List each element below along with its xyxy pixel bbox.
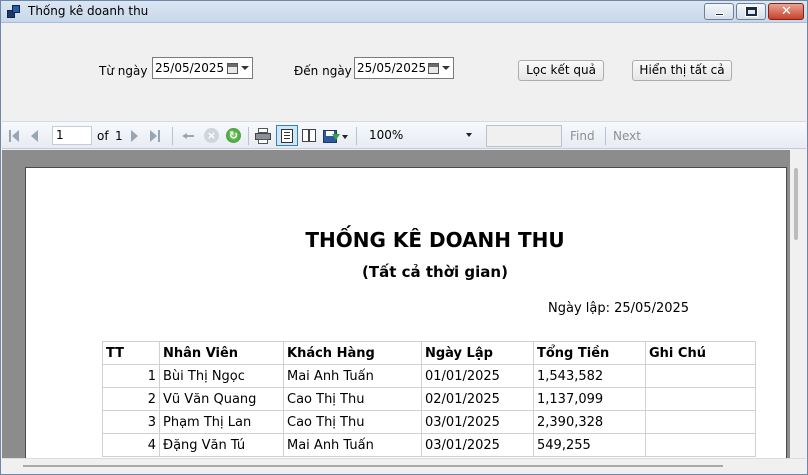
minimize-button[interactable] bbox=[704, 3, 734, 20]
from-date-picker[interactable]: 25/05/2025 bbox=[152, 57, 253, 79]
maximize-icon bbox=[745, 6, 758, 17]
refresh-icon[interactable]: ↻ bbox=[226, 128, 242, 144]
chevron-down-icon bbox=[466, 133, 472, 137]
report-subtitle: (Tất cả thời gian) bbox=[362, 263, 508, 281]
stop-icon[interactable]: × bbox=[204, 128, 220, 144]
page-number-input[interactable]: 1 bbox=[52, 126, 92, 145]
revenue-table: TT Nhân Viên Khách Hàng Ngày Lập Tổng Ti… bbox=[102, 341, 756, 457]
total-cell: 2,390,328 bbox=[533, 410, 646, 434]
filter-results-button[interactable]: Lọc kết quả bbox=[518, 60, 604, 81]
row-index: 2 bbox=[102, 387, 160, 411]
report-page: THỐNG KÊ DOANH THU (Tất cả thời gian) Ng… bbox=[25, 167, 787, 458]
minimize-icon bbox=[715, 13, 724, 16]
customer-cell: Cao Thị Thu bbox=[283, 410, 422, 434]
table-row: 4 Đặng Văn Tú Mai Anh Tuấn 03/01/2025 54… bbox=[102, 433, 756, 457]
close-icon: ✕ bbox=[781, 4, 792, 19]
from-date-label: Từ ngày bbox=[99, 64, 148, 78]
date-cell: 02/01/2025 bbox=[421, 387, 534, 411]
staff-cell: Bùi Thị Ngọc bbox=[159, 364, 284, 388]
customer-cell: Mai Anh Tuấn bbox=[283, 433, 422, 457]
vertical-scroll-thumb[interactable] bbox=[794, 168, 798, 240]
date-cell: 03/01/2025 bbox=[421, 433, 534, 457]
main-window: Thống kê doanh thu ✕ Từ ngày 25/05/2025 … bbox=[0, 0, 808, 475]
calendar-icon bbox=[428, 63, 439, 74]
filter-bar: Từ ngày 25/05/2025 Đến ngày 25/05/2025 L… bbox=[2, 24, 806, 120]
staff-cell: Đặng Văn Tú bbox=[159, 433, 284, 457]
to-date-value: 25/05/2025 bbox=[357, 61, 427, 75]
row-index: 4 bbox=[102, 433, 160, 457]
back-icon[interactable] bbox=[182, 128, 196, 144]
zoom-select[interactable]: 100% bbox=[363, 126, 478, 145]
row-index: 3 bbox=[102, 410, 160, 434]
horizontal-scrollbar[interactable] bbox=[2, 458, 806, 474]
export-icon[interactable] bbox=[323, 128, 349, 144]
note-cell bbox=[645, 364, 756, 388]
find-link[interactable]: Find bbox=[570, 129, 595, 143]
title-bar[interactable]: Thống kê doanh thu ✕ bbox=[1, 1, 807, 23]
report-toolbar: 1 of 1 × ↻ 100% Find Next bbox=[2, 121, 806, 149]
page-total: 1 bbox=[115, 129, 123, 143]
date-cell: 03/01/2025 bbox=[421, 410, 534, 434]
maximize-button[interactable] bbox=[736, 3, 766, 20]
chevron-down-icon bbox=[241, 66, 249, 70]
total-cell: 1,137,099 bbox=[533, 387, 646, 411]
vertical-scrollbar[interactable] bbox=[790, 150, 806, 458]
row-index: 1 bbox=[102, 364, 160, 388]
note-cell bbox=[645, 387, 756, 411]
print-icon[interactable] bbox=[255, 128, 272, 144]
page-setup-icon[interactable] bbox=[302, 128, 318, 144]
table-row: 3 Phạm Thị Lan Cao Thị Thu 03/01/2025 2,… bbox=[102, 410, 756, 434]
window-title: Thống kê doanh thu bbox=[28, 4, 149, 18]
note-cell bbox=[645, 410, 756, 434]
column-header: Ghi Chú bbox=[645, 341, 756, 365]
staff-cell: Vũ Văn Quang bbox=[159, 387, 284, 411]
show-all-button[interactable]: Hiển thị tất cả bbox=[632, 60, 732, 81]
staff-cell: Phạm Thị Lan bbox=[159, 410, 284, 434]
total-cell: 1,543,582 bbox=[533, 364, 646, 388]
from-date-value: 25/05/2025 bbox=[155, 61, 225, 75]
column-header: TT bbox=[102, 341, 160, 365]
to-date-picker[interactable]: 25/05/2025 bbox=[354, 57, 454, 79]
first-page-icon[interactable] bbox=[9, 128, 21, 144]
total-cell: 549,255 bbox=[533, 433, 646, 457]
report-title: THỐNG KÊ DOANH THU bbox=[305, 228, 565, 252]
column-header: Nhân Viên bbox=[159, 341, 284, 365]
table-row: 2 Vũ Văn Quang Cao Thị Thu 02/01/2025 1,… bbox=[102, 387, 756, 411]
of-label: of bbox=[97, 129, 109, 143]
table-row: 1 Bùi Thị Ngọc Mai Anh Tuấn 01/01/2025 1… bbox=[102, 364, 756, 388]
column-header: Ngày Lập bbox=[421, 341, 534, 365]
horizontal-scroll-thumb[interactable] bbox=[23, 465, 723, 467]
report-viewer[interactable]: THỐNG KÊ DOANH THU (Tất cả thời gian) Ng… bbox=[2, 150, 806, 458]
zoom-value: 100% bbox=[369, 128, 404, 142]
last-page-icon[interactable] bbox=[150, 128, 162, 144]
previous-page-icon[interactable] bbox=[30, 128, 40, 144]
note-cell bbox=[645, 433, 756, 457]
next-page-icon[interactable] bbox=[130, 128, 140, 144]
next-link[interactable]: Next bbox=[613, 129, 641, 143]
calendar-icon bbox=[227, 63, 238, 74]
date-cell: 01/01/2025 bbox=[421, 364, 534, 388]
customer-cell: Cao Thị Thu bbox=[283, 387, 422, 411]
close-button[interactable]: ✕ bbox=[768, 3, 804, 20]
to-date-label: Đến ngày bbox=[294, 64, 352, 78]
chevron-down-icon bbox=[442, 66, 450, 70]
find-input[interactable] bbox=[486, 125, 562, 147]
customer-cell: Mai Anh Tuấn bbox=[283, 364, 422, 388]
print-layout-icon[interactable] bbox=[276, 125, 298, 146]
report-created-date: Ngày lập: 25/05/2025 bbox=[548, 301, 690, 316]
column-header: Khách Hàng bbox=[283, 341, 422, 365]
table-header-row: TT Nhân Viên Khách Hàng Ngày Lập Tổng Ti… bbox=[102, 341, 756, 365]
column-header: Tổng Tiền bbox=[533, 341, 646, 365]
app-icon bbox=[7, 5, 21, 19]
